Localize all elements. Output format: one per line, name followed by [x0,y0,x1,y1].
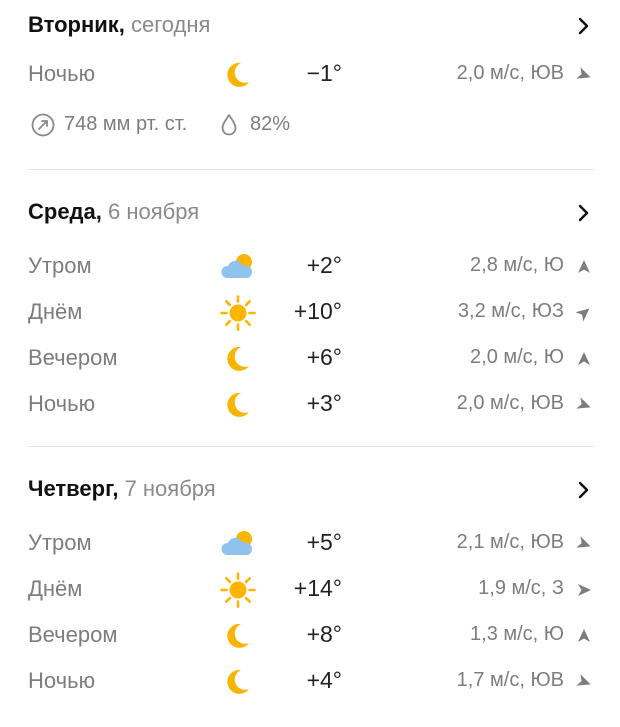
day-name: Четверг, [28,476,119,501]
forecast-row: Ночью +3° 2,0 м/с, ЮВ [28,385,594,425]
wind-info: 2,1 м/с, ЮВ [456,531,564,553]
wind-info: 2,0 м/с, Ю [470,346,564,368]
extra-info: 748 мм рт. ст. 82% [28,108,428,142]
wind-direction-arrow-icon [578,584,591,596]
period-label: Утром [28,253,92,278]
moon-icon [227,346,249,371]
period-label: Ночью [28,61,96,86]
period-label: Днём [28,576,83,601]
sun-icon [220,295,256,331]
temperature: +5° [306,529,342,555]
temperature: +14° [293,575,342,601]
temperature: −1° [306,60,342,86]
day-date: 7 ноября [124,476,216,501]
wind-direction-arrow-icon [578,260,590,273]
wind-direction-arrow-icon [576,674,591,686]
period-label: Вечером [28,345,118,370]
period-label: Ночью [28,391,96,416]
cloud-sun-icon [221,531,252,555]
moon-icon [227,62,249,87]
wind-info: 2,0 м/с, ЮВ [456,392,564,414]
divider [28,169,594,170]
forecast-row: Утром +5° 2,1 м/с, ЮВ [28,524,594,564]
humidity-value: 82% [250,113,291,135]
wind-info: 1,9 м/с, З [478,577,564,599]
forecast-row: Вечером +6° 2,0 м/с, Ю [28,339,594,379]
wind-direction-arrow-icon [576,536,591,548]
pressure-icon [31,113,55,137]
day-title: Четверг, 7 ноября [28,476,216,502]
forecast-row: Вечером +8° 1,3 м/с, Ю [28,616,594,656]
period-label: Ночью [28,668,96,693]
chevron-right-icon[interactable] [574,201,594,225]
forecast-row: Ночью +4° 1,7 м/с, ЮВ [28,662,594,702]
wind-direction-arrow-icon [576,67,591,79]
day-date: сегодня [131,12,211,37]
day-name: Вторник, [28,12,125,37]
day-title: Вторник, сегодня [28,12,210,38]
chevron-right-icon[interactable] [574,478,594,502]
period-label: Вечером [28,622,118,647]
period-label: Утром [28,530,92,555]
forecast-row: Днём +10° 3,2 м/с, ЮЗ [28,293,594,333]
moon-icon [227,623,249,648]
temperature: +4° [306,667,342,693]
day-header-tuesday[interactable]: Вторник, сегодня [28,8,594,44]
sun-icon [220,572,256,608]
pressure-value: 748 мм рт. ст. [64,113,188,135]
cloud-sun-icon [221,254,252,278]
temperature: +2° [306,252,342,278]
wind-info: 2,0 м/с, ЮВ [456,62,564,84]
day-title: Среда, 6 ноября [28,199,199,225]
divider [28,446,594,447]
temperature: +3° [306,390,342,416]
temperature: +8° [306,621,342,647]
temperature: +6° [306,344,342,370]
chevron-right-icon[interactable] [574,14,594,38]
wind-info: 1,3 м/с, Ю [470,623,564,645]
wind-direction-arrow-icon [578,629,590,642]
wind-info: 3,2 м/с, ЮЗ [457,300,564,322]
day-header-wednesday[interactable]: Среда, 6 ноября [28,195,594,231]
day-header-thursday[interactable]: Четверг, 7 ноября [28,472,594,508]
forecast-row: Ночью −1° 2,0 м/с, ЮВ [28,55,594,95]
wind-direction-arrow-icon [576,397,591,409]
forecast-row: Днём +14° 1,9 м/с, З [28,570,594,610]
temperature: +10° [293,298,342,324]
day-date: 6 ноября [108,199,200,224]
moon-icon [227,392,249,417]
humidity-icon [221,114,237,136]
period-label: Днём [28,299,83,324]
wind-direction-arrow-icon [578,352,590,365]
wind-info: 2,8 м/с, Ю [470,254,564,276]
wind-info: 1,7 м/с, ЮВ [456,669,564,691]
day-name: Среда, [28,199,102,224]
forecast-row: Утром +2° 2,8 м/с, Ю [28,247,594,287]
wind-direction-arrow-icon [575,308,590,322]
moon-icon [227,669,249,694]
